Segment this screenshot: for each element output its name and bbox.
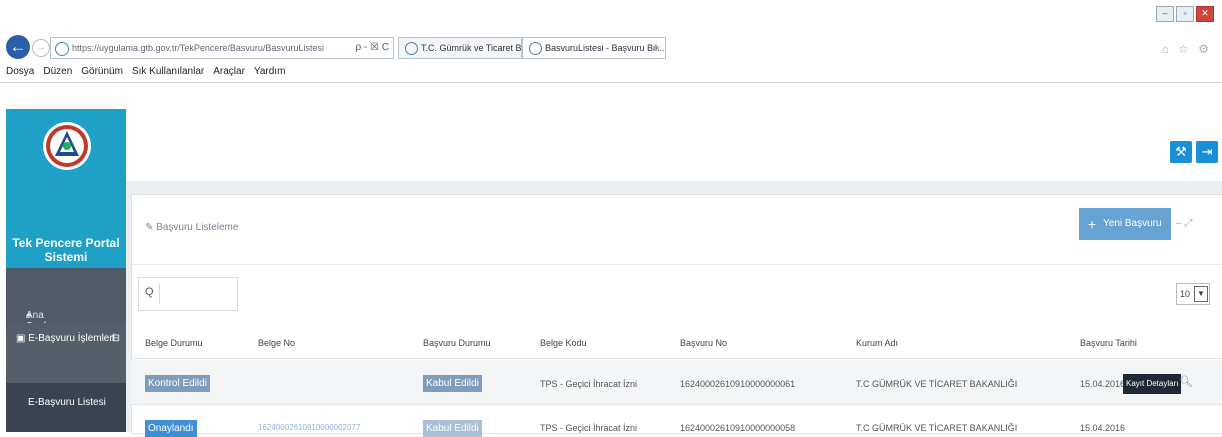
divider [131,404,1222,405]
edit-icon: ✎ [145,222,157,233]
list-icon: ▣ [16,333,29,344]
panel-title-text: Başvuru Listeleme [156,222,239,233]
minimize-button[interactable]: – [1156,6,1174,22]
forward-button[interactable]: → [32,39,50,57]
column-header[interactable]: Belge Kodu [540,338,587,348]
menu-dosya[interactable]: Dosya [6,66,34,77]
logout-button[interactable]: ⇥ [1196,141,1218,163]
tab-label: T.C. Gümrük ve Ticaret Bakanl... [421,43,522,53]
status-badge: Kabul Edildi [423,375,482,392]
plus-icon: + [1088,216,1097,232]
close-window-button[interactable]: ✕ [1196,6,1214,22]
globe-icon [405,42,418,56]
chevron-down-icon: ▼ [1194,286,1208,302]
globe-icon [55,41,69,56]
tarih-cell: 15.04.2016 [1080,379,1126,389]
belge-kodu-cell: TPS - Geçici İhracat İzni [540,379,638,389]
new-application-button[interactable]: + Yeni Başvuru Ekle [1079,208,1171,261]
panel-title: ✎ Başvuru Listeleme [145,222,238,233]
menu-bar: Dosya Düzen Görünüm Sık Kullanılanlar Ar… [6,66,285,77]
sidebar-item-ana-sayfa[interactable]: ♠ Ana Sayfa [6,268,126,332]
divider [131,358,1222,359]
status-badge: Kontrol Edildi [145,375,210,392]
sidebar-item-e-basvuru-islemleri[interactable]: ▣ E-Başvuru İşlemleri ⊟ [6,323,126,383]
address-tools[interactable]: ρ - ☒ C [355,38,389,58]
column-header[interactable]: Belge Durumu [145,338,203,348]
menu-yardim[interactable]: Yardım [254,66,286,77]
search-icon: Q [145,286,154,298]
belge-no-link[interactable]: 16240002610910000002077 [258,423,360,432]
menu-duzen[interactable]: Düzen [43,66,72,77]
magnifier-icon[interactable]: 🔍︎ [1179,375,1193,388]
table-row[interactable] [131,360,1222,404]
record-details-button[interactable]: Kayıt Detayları [1123,374,1182,394]
tab-gtb[interactable]: T.C. Gümrük ve Ticaret Bakanl... [398,37,522,59]
tools-button[interactable]: ⚒ [1170,141,1192,163]
tab-close-icon[interactable]: × [655,38,660,58]
basvuru-no-cell: 16240002610910000000061 [680,379,796,389]
tab-basvuru[interactable]: BasvuruListesi - Başvuru Bil... × [522,37,666,59]
tab-label: BasvuruListesi - Başvuru Bil... [545,43,665,53]
menu-sik-kullanilanlar[interactable]: Sık Kullanılanlar [132,66,204,77]
kurum-adi-cell: T.C GÜMRÜK VE TİCARET BAKANLIĞI [856,379,1018,389]
column-header[interactable]: Kurum Adı [856,338,898,348]
back-button[interactable]: ← [6,35,30,59]
address-bar[interactable]: https://uygulama.gtb.gov.tr/TekPencere/B… [50,37,394,59]
panel-controls[interactable]: – ⤢ [1176,218,1192,229]
column-header[interactable]: Başvuru Tarihi [1080,338,1137,348]
collapse-icon[interactable]: ⊟ [112,333,120,344]
status-badge: Onaylandı [145,420,197,437]
column-header[interactable]: Başvuru No [680,338,727,348]
maximize-button[interactable]: ▫ [1176,6,1194,22]
new-application-label: Yeni Başvuru Ekle [1103,218,1162,261]
sidebar-item-label: E-Başvuru Listesi [28,397,106,408]
top-header [126,109,1222,181]
column-header[interactable]: Belge No [258,338,295,348]
page-size-select[interactable]: 10 ▼ [1176,283,1210,305]
divider [131,264,1222,265]
search-input[interactable]: Q [138,277,238,311]
browser-tools[interactable]: ⌂ ☆ ⚙ [1162,42,1212,56]
menu-araclar[interactable]: Araçlar [213,66,245,77]
page-size-value: 10 [1180,289,1191,299]
globe-icon [529,42,542,56]
sidebar-item-label: E-Başvuru İşlemleri [28,333,115,344]
menu-gorunum[interactable]: Görünüm [81,66,123,77]
divider [0,82,1222,83]
address-text: https://uygulama.gtb.gov.tr/TekPencere/B… [72,43,324,53]
sidebar-item-e-basvuru-listesi[interactable]: E-Başvuru Listesi [6,383,126,432]
window-controls: – ▫ ✕ [1156,6,1214,22]
brand-title: Tek Pencere Portal Sistemi [12,236,120,264]
ministry-logo-icon [43,122,91,170]
status-badge: Kabul Edildi [423,420,482,437]
column-header[interactable]: Başvuru Durumu [423,338,491,348]
